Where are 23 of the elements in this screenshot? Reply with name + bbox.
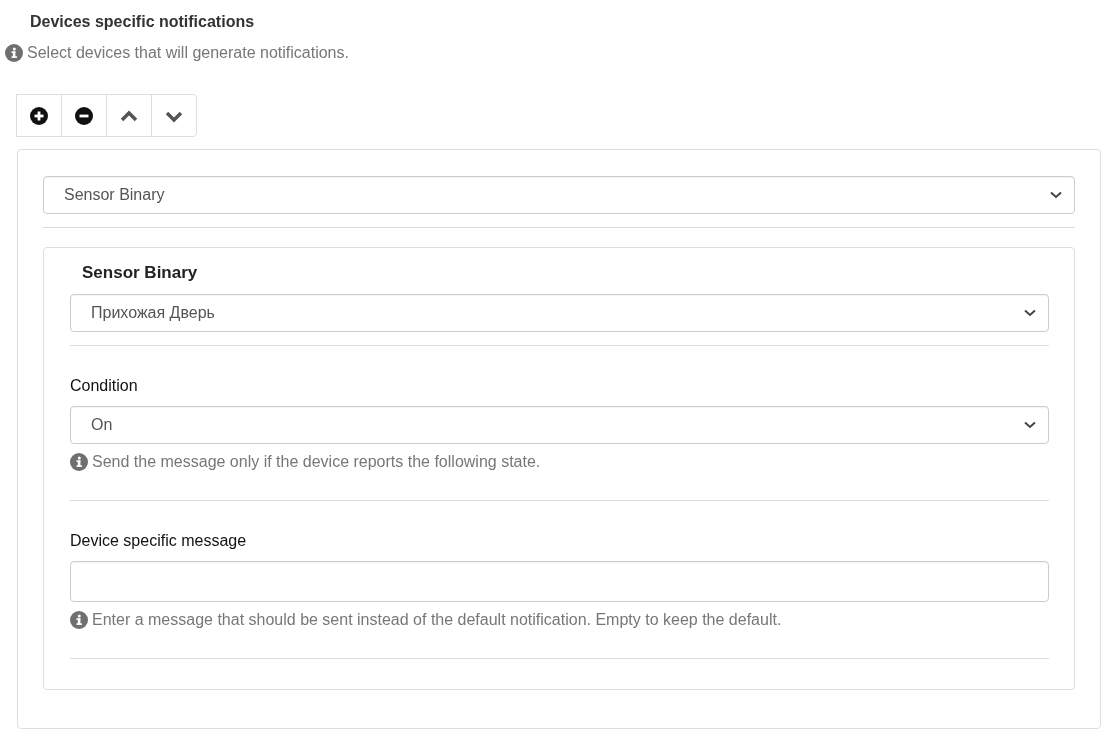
add-button[interactable]: [16, 94, 62, 137]
plus-circle-icon: [30, 106, 48, 125]
section-title: Devices specific notifications: [29, 12, 256, 32]
help-text: Select devices that will generate notifications.: [27, 43, 349, 63]
select-field[interactable]: Прихожая Дверь: [70, 294, 1049, 332]
chevron-down-icon: [1024, 421, 1036, 429]
remove-button[interactable]: [61, 94, 107, 137]
minus-circle-icon: [75, 106, 93, 125]
select-field[interactable]: Sensor Binary: [43, 176, 1075, 214]
select-field[interactable]: On: [70, 406, 1049, 444]
help-text: Enter a message that should be sent instead of the default notification. Empty to keep the default.: [92, 610, 782, 630]
move-up-button[interactable]: [106, 94, 152, 137]
info-icon: [70, 611, 88, 629]
move-down-button[interactable]: [151, 94, 197, 137]
info-icon: [70, 453, 88, 471]
info-icon: [5, 44, 23, 62]
field-label: Device specific message: [70, 531, 248, 551]
field-label: Condition: [70, 376, 139, 396]
help-text: Send the message only if the device reports the following state.: [92, 452, 541, 472]
chevron-down-icon: [1024, 309, 1036, 317]
input-field[interactable]: [70, 561, 1049, 602]
device-title: Sensor Binary: [82, 262, 199, 284]
chevron-down-icon: [1050, 191, 1062, 199]
